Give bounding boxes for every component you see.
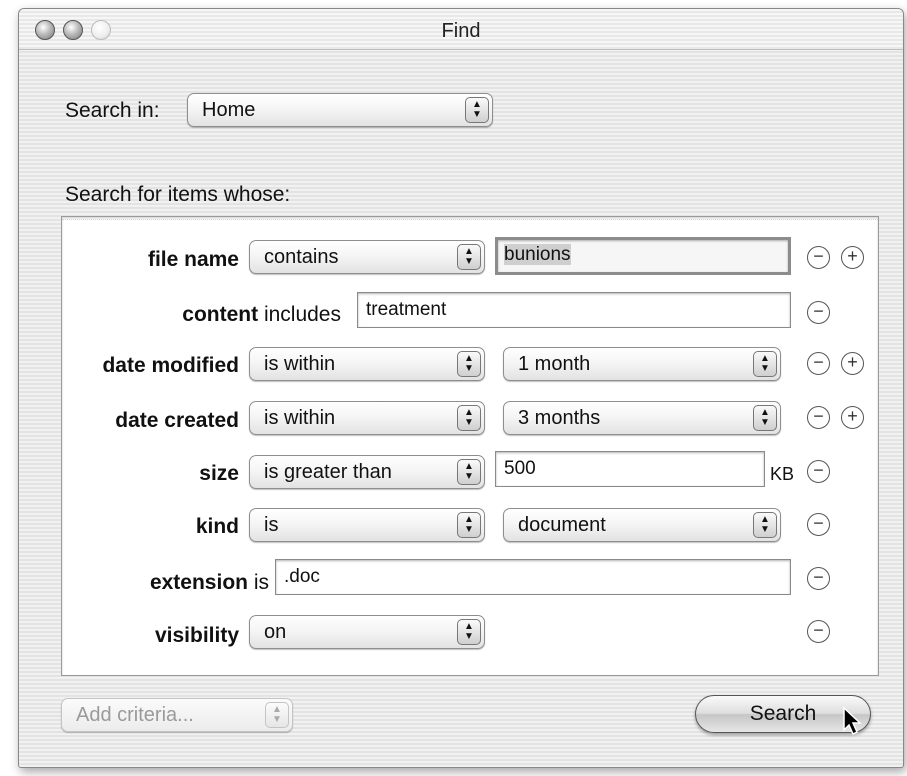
file-name-label: file name [147,248,239,271]
date-created-value: 3 months [518,407,601,429]
size-operator-popup[interactable]: is greater than ▲ ▼ [249,455,485,489]
criteria-header: Search for items whose: [65,183,291,206]
visibility-popup[interactable]: on ▲ ▼ [249,615,485,649]
visibility-label: visibility [154,624,239,647]
updown-arrows-icon: ▲ ▼ [753,351,777,377]
updown-arrows-icon: ▲ ▼ [753,512,777,538]
date-created-value-popup[interactable]: 3 months ▲ ▼ [503,401,781,435]
remove-content-button[interactable]: − [807,301,830,324]
remove-date-created-button[interactable]: − [807,406,830,429]
window-title: Find [441,20,481,42]
date-modified-operator: is within [264,353,336,375]
search-in-popup[interactable]: Home ▲ ▼ [187,93,493,127]
file-name-value: bunions [504,244,571,265]
find-window: Find Search in: Home ▲ ▼ Search for items… [18,8,904,768]
updown-arrows-icon: ▲ ▼ [457,244,481,270]
extension-suffix: is [253,571,269,594]
add-date-modified-button[interactable]: + [841,352,864,375]
date-created-operator-popup[interactable]: is within ▲ ▼ [249,401,485,435]
updown-arrows-icon: ▲ ▼ [465,97,489,123]
remove-size-button[interactable]: − [807,460,830,483]
extension-value: .doc [284,566,320,587]
remove-file-name-button[interactable]: − [807,246,830,269]
size-operator: is greater than [264,461,392,483]
updown-arrows-icon: ▲ ▼ [265,702,289,728]
add-criteria-label: Add criteria... [76,704,194,726]
extension-label: extension is [150,571,269,595]
updown-arrows-icon: ▲ ▼ [457,512,481,538]
date-modified-operator-popup[interactable]: is within ▲ ▼ [249,347,485,381]
add-date-created-button[interactable]: + [841,406,864,429]
search-in-label: Search in: [65,99,160,122]
updown-arrows-icon: ▲ ▼ [753,405,777,431]
size-unit: KB [770,464,795,484]
updown-arrows-icon: ▲ ▼ [457,351,481,377]
mouse-pointer-icon [843,706,862,736]
visibility-value: on [264,621,287,643]
updown-arrows-icon: ▲ ▼ [457,405,481,431]
extension-field[interactable]: .doc [275,559,791,595]
extension-label-text: extension [149,571,248,594]
add-criteria-popup[interactable]: Add criteria... ▲ ▼ [61,698,293,732]
date-modified-label: date modified [102,354,239,377]
size-field[interactable]: 500 [495,451,765,487]
remove-date-modified-button[interactable]: − [807,352,830,375]
content-value: treatment [366,299,447,320]
kind-value-popup[interactable]: document ▲ ▼ [503,508,781,542]
date-modified-value: 1 month [518,353,591,375]
kind-value: document [518,514,606,536]
content-label: content includes [182,303,341,327]
updown-arrows-icon: ▲ ▼ [457,459,481,485]
criteria-box [61,216,879,676]
file-name-operator-popup[interactable]: contains ▲ ▼ [249,240,485,274]
updown-arrows-icon: ▲ ▼ [457,619,481,645]
file-name-operator: contains [264,246,339,268]
kind-operator-popup[interactable]: is ▲ ▼ [249,508,485,542]
content-suffix: includes [263,303,341,326]
size-label: size [199,462,239,485]
kind-operator: is [264,514,279,536]
content-field[interactable]: treatment [357,292,791,328]
content-label-text: content [182,303,259,326]
file-name-field[interactable]: bunions [495,237,791,275]
divider [62,219,878,221]
date-modified-value-popup[interactable]: 1 month ▲ ▼ [503,347,781,381]
search-in-value: Home [202,99,256,121]
date-created-label: date created [115,409,239,432]
date-created-operator: is within [264,407,336,429]
kind-label: kind [195,515,239,538]
add-file-name-button[interactable]: + [841,246,864,269]
title-bar[interactable]: Find [19,9,903,50]
remove-visibility-button[interactable]: − [807,620,830,643]
size-value: 500 [504,458,536,479]
remove-extension-button[interactable]: − [807,567,830,590]
remove-kind-button[interactable]: − [807,513,830,536]
